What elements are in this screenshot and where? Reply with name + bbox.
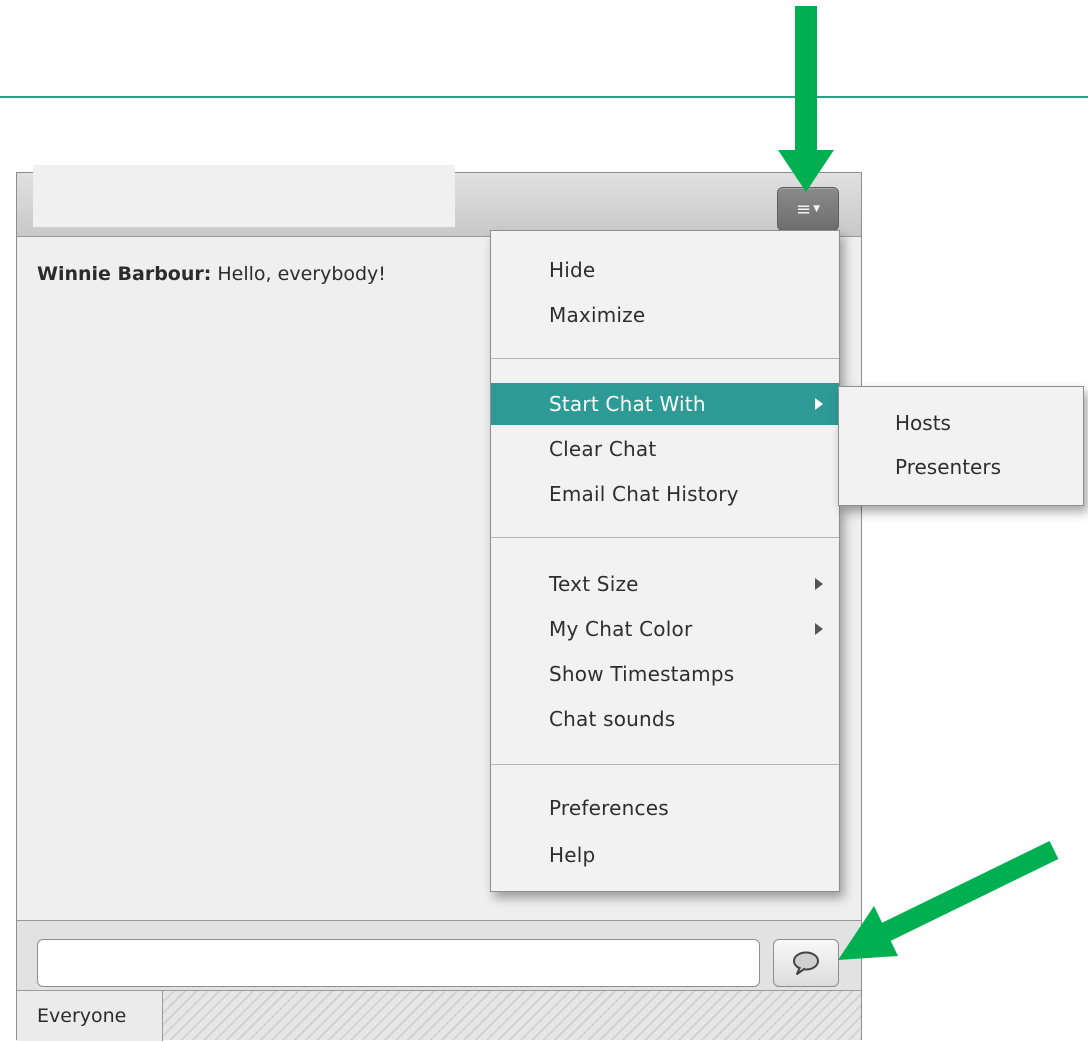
menu-separator (491, 764, 839, 765)
redacted-title (33, 165, 455, 227)
menu-item-label: Start Chat With (549, 392, 706, 416)
menu-separator (491, 358, 839, 359)
pod-options-menu: Hide Maximize Start Chat With Clear Chat… (490, 230, 840, 892)
screenshot-stage: ≡ ▼ Winnie Barbour: Hello, everybody! Eve… (0, 0, 1088, 1042)
menu-item-label: Hide (549, 258, 596, 282)
pod-titlebar: ≡ ▼ (17, 165, 861, 237)
menu-item-chat-sounds[interactable]: Chat sounds (491, 698, 839, 740)
tab-everyone[interactable]: Everyone (17, 991, 163, 1041)
chat-tab-strip: Everyone (17, 990, 861, 1041)
chat-input-bar (17, 920, 861, 990)
chat-message-author: Winnie Barbour: (37, 263, 212, 285)
menu-item-my-chat-color[interactable]: My Chat Color (491, 608, 839, 650)
menu-lines-icon: ≡ (795, 198, 812, 220)
menu-item-start-chat-with[interactable]: Start Chat With (491, 383, 839, 425)
chevron-down-icon: ▼ (813, 204, 820, 214)
menu-item-label: Chat sounds (549, 707, 676, 731)
tab-everyone-label: Everyone (37, 1005, 127, 1027)
menu-item-help[interactable]: Help (491, 834, 839, 876)
submenu-arrow-icon (815, 578, 823, 590)
speech-bubble-icon (793, 951, 819, 975)
chat-input[interactable] (37, 939, 760, 987)
submenu-arrow-icon (815, 398, 823, 410)
menu-separator (491, 537, 839, 538)
menu-item-label: Text Size (549, 572, 639, 596)
menu-item-label: Preferences (549, 796, 669, 820)
arrow-down-icon (778, 6, 834, 192)
start-chat-with-submenu: Hosts Presenters (838, 386, 1084, 506)
chat-message: Winnie Barbour: Hello, everybody! (37, 263, 386, 285)
menu-item-clear-chat[interactable]: Clear Chat (491, 428, 839, 470)
submenu-arrow-icon (815, 623, 823, 635)
submenu-item-label: Hosts (895, 411, 951, 435)
submenu-item-label: Presenters (895, 455, 1001, 479)
top-divider (0, 96, 1088, 98)
chat-message-text: Hello, everybody! (211, 263, 386, 285)
menu-item-label: Clear Chat (549, 437, 657, 461)
menu-item-label: My Chat Color (549, 617, 693, 641)
menu-item-maximize[interactable]: Maximize (491, 294, 839, 336)
arrow-down-left-icon (838, 841, 1059, 960)
submenu-item-hosts[interactable]: Hosts (839, 402, 1083, 444)
menu-item-hide[interactable]: Hide (491, 249, 839, 291)
menu-item-text-size[interactable]: Text Size (491, 563, 839, 605)
menu-item-show-timestamps[interactable]: Show Timestamps (491, 653, 839, 695)
submenu-item-presenters[interactable]: Presenters (839, 446, 1083, 488)
menu-item-email-chat-history[interactable]: Email Chat History (491, 473, 839, 515)
menu-item-label: Email Chat History (549, 482, 739, 506)
menu-item-label: Maximize (549, 303, 646, 327)
menu-item-preferences[interactable]: Preferences (491, 787, 839, 829)
menu-item-label: Show Timestamps (549, 662, 735, 686)
menu-item-label: Help (549, 843, 596, 867)
